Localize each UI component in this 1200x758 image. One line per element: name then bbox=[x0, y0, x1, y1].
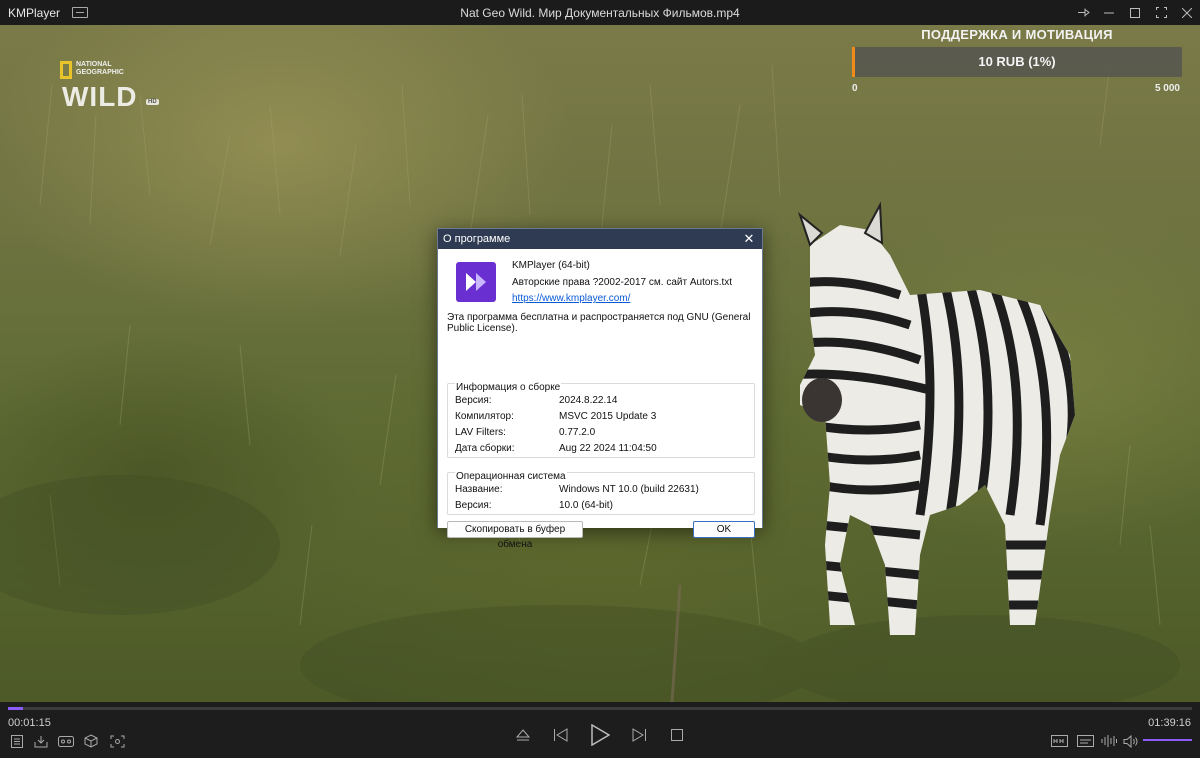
os-info-group: Операционная система Название: Windows NT… bbox=[447, 471, 755, 515]
license-text: Эта программа бесплатна и распространяет… bbox=[447, 312, 751, 334]
app-menu-button[interactable]: KMPlayer bbox=[8, 6, 60, 20]
play-icon[interactable] bbox=[588, 722, 612, 748]
window-title: Nat Geo Wild. Мир Документальных Фильмов… bbox=[460, 5, 740, 20]
dialog-title: О программе bbox=[443, 233, 511, 245]
playlist-icon[interactable] bbox=[9, 733, 25, 749]
donation-min-label: 0 bbox=[852, 83, 858, 94]
next-icon[interactable] bbox=[629, 726, 649, 744]
mini-mode-icon[interactable] bbox=[72, 7, 89, 18]
product-name: KMPlayer (64-bit) bbox=[512, 260, 590, 271]
build-info-heading: Информация о сборке bbox=[455, 382, 562, 393]
equalizer-icon[interactable] bbox=[1100, 733, 1118, 749]
3d-cube-icon[interactable] bbox=[83, 733, 99, 749]
build-row-value: 2024.8.22.14 bbox=[559, 395, 618, 406]
previous-icon[interactable] bbox=[550, 726, 570, 744]
build-row-key: Компилятор: bbox=[455, 411, 514, 422]
os-row-value: 10.0 (64-bit) bbox=[559, 500, 613, 511]
seek-bar[interactable] bbox=[8, 707, 1192, 710]
pin-icon[interactable] bbox=[1072, 3, 1094, 23]
donation-title: ПОДДЕРЖКА И МОТИВАЦИЯ bbox=[921, 27, 1113, 42]
donation-progress-bar: 10 RUB (1%) bbox=[852, 47, 1182, 77]
caption-icon[interactable] bbox=[1075, 733, 1095, 749]
build-row-date: Дата сборки: Aug 22 2024 11:04:50 bbox=[455, 443, 657, 454]
current-time: 00:01:15 bbox=[8, 717, 51, 729]
minimize-icon[interactable] bbox=[1098, 3, 1120, 23]
os-info-heading: Операционная система bbox=[455, 471, 567, 482]
build-row-key: Дата сборки: bbox=[455, 443, 515, 454]
subtitle-icon[interactable] bbox=[1049, 733, 1069, 749]
channel-logo-hd: HD bbox=[146, 99, 159, 105]
build-row-key: LAV Filters: bbox=[455, 427, 506, 438]
os-row-key: Версия: bbox=[455, 500, 492, 511]
copy-to-clipboard-button[interactable]: Скопировать в буфер обмена bbox=[447, 521, 583, 550]
os-row-version: Версия: 10.0 (64-bit) bbox=[455, 500, 613, 511]
fullscreen-icon[interactable] bbox=[1150, 3, 1172, 23]
about-dialog: О программе ✕ KMPlayer (64-bit) Авторски… bbox=[437, 228, 763, 550]
capture-icon[interactable] bbox=[108, 733, 126, 749]
close-window-icon[interactable] bbox=[1176, 3, 1198, 23]
volume-icon[interactable] bbox=[1122, 733, 1140, 749]
download-icon[interactable] bbox=[33, 733, 49, 749]
control-bar: 00:01:15 01:39:16 bbox=[0, 702, 1200, 758]
kmplayer-logo-icon bbox=[456, 262, 496, 302]
stop-icon[interactable] bbox=[668, 726, 686, 744]
natgeo-frame-icon bbox=[60, 61, 72, 79]
os-row-name: Название: Windows NT 10.0 (build 22631) bbox=[455, 484, 699, 495]
donation-amount: 10 RUB (1%) bbox=[978, 54, 1056, 69]
total-time: 01:39:16 bbox=[1148, 717, 1191, 729]
donation-max-label: 5 000 bbox=[1154, 83, 1180, 94]
vr-icon[interactable] bbox=[57, 733, 75, 749]
os-row-value: Windows NT 10.0 (build 22631) bbox=[559, 484, 699, 495]
seek-bar-progress bbox=[8, 707, 23, 710]
ok-button[interactable]: OK bbox=[693, 521, 755, 538]
volume-slider[interactable] bbox=[1143, 739, 1192, 741]
build-row-version: Версия: 2024.8.22.14 bbox=[455, 395, 617, 406]
website-link[interactable]: https://www.kmplayer.com/ bbox=[512, 293, 630, 304]
build-row-value: 0.77.2.0 bbox=[559, 427, 596, 438]
build-row-key: Версия: bbox=[455, 395, 492, 406]
dialog-close-icon[interactable]: ✕ bbox=[742, 229, 756, 249]
title-bar: KMPlayer Nat Geo Wild. Мир Документальны… bbox=[0, 0, 1200, 25]
build-info-group: Информация о сборке Версия: 2024.8.22.14 … bbox=[447, 382, 755, 458]
build-row-value: Aug 22 2024 11:04:50 bbox=[559, 443, 657, 454]
dialog-title-bar: О программе ✕ bbox=[438, 229, 762, 249]
build-row-value: MSVC 2015 Update 3 bbox=[559, 411, 657, 422]
build-row-lav: LAV Filters: 0.77.2.0 bbox=[455, 427, 595, 438]
os-row-key: Название: bbox=[455, 484, 503, 495]
channel-logo-wild: WILD bbox=[62, 81, 138, 112]
copyright-text: Авторские права ?2002-2017 см. сайт Auto… bbox=[512, 277, 733, 288]
channel-logo-small: NATIONAL GEOGRAPHIC bbox=[76, 61, 124, 76]
zebra-image bbox=[797, 201, 1075, 635]
maximize-icon[interactable] bbox=[1124, 3, 1146, 23]
eject-icon[interactable] bbox=[514, 726, 532, 744]
build-row-compiler: Компилятор: MSVC 2015 Update 3 bbox=[455, 411, 656, 422]
